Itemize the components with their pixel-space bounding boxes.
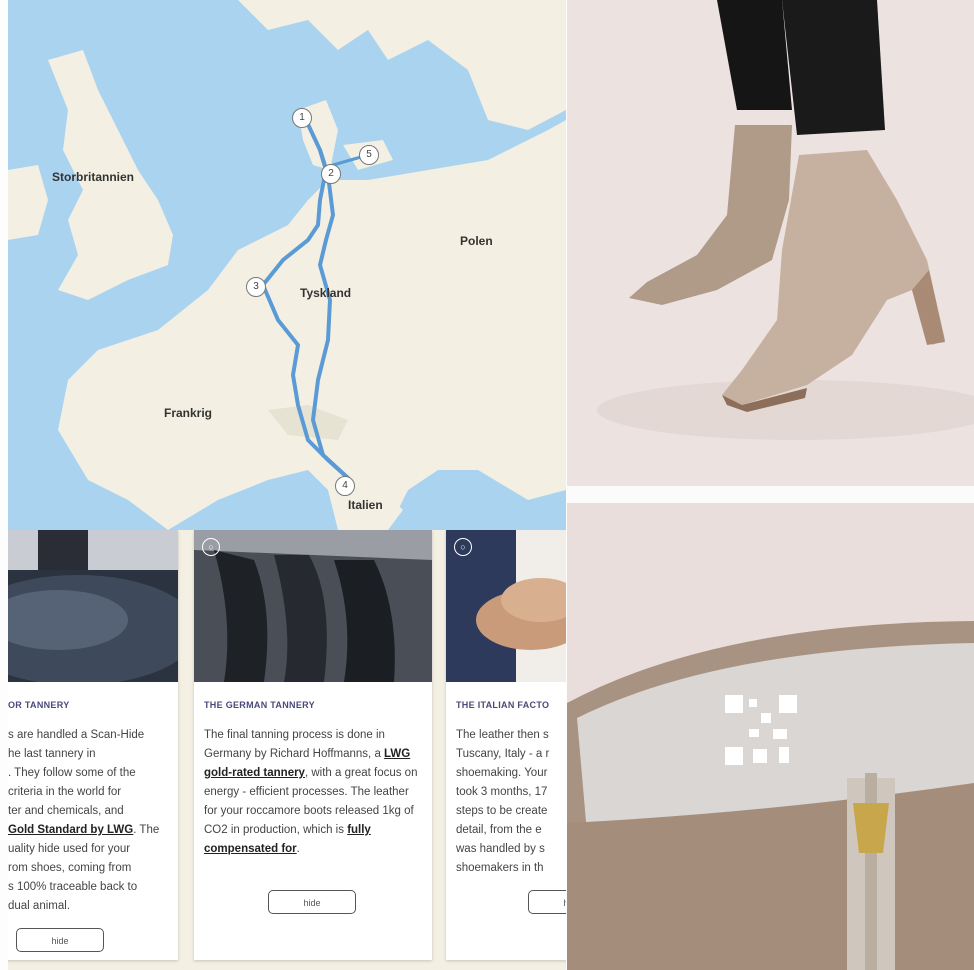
- card-line: ter and chemicals, and: [8, 805, 124, 817]
- card-scandinavian-tannery: OR TANNERY s are handled a Scan-Hide he …: [8, 530, 178, 960]
- card-line: shoemaking. Your: [456, 767, 548, 779]
- card-line: uality hide used for your: [8, 843, 131, 855]
- card-line: shoemakers in th: [456, 862, 544, 874]
- step-badge: ○: [202, 538, 220, 556]
- label-france: Frankrig: [164, 406, 213, 420]
- card-title: OR TANNERY: [8, 700, 70, 710]
- card-line: . The: [133, 824, 160, 836]
- photo-divider: [567, 486, 974, 503]
- card-body: s are handled a Scan-Hide he last tanner…: [8, 726, 178, 916]
- card-line: s 100% traceable back to: [8, 881, 138, 893]
- card-line: Tuscany, Italy - a r: [456, 748, 550, 760]
- card-text-part: The final tanning process is done in Ger…: [204, 729, 385, 760]
- story-cards: OR TANNERY s are handled a Scan-Hide he …: [8, 530, 566, 970]
- map-canvas[interactable]: [8, 0, 566, 530]
- label-poland: Polen: [460, 234, 493, 248]
- card-body: The final tanning process is done in Ger…: [204, 726, 419, 859]
- lwg-gold-link[interactable]: Gold Standard by LWG: [8, 824, 133, 836]
- map-pin-2[interactable]: 2: [321, 164, 341, 184]
- card-line: . They follow some of the: [8, 767, 136, 779]
- step-badge: ○: [454, 538, 472, 556]
- card-body: The leather then s Tuscany, Italy - a r …: [456, 726, 566, 878]
- hide-button[interactable]: hide: [16, 928, 104, 952]
- card-line: rom shoes, coming from: [8, 862, 132, 874]
- card-photo-hides: [8, 530, 178, 682]
- card-line: took 3 months, 17: [456, 786, 548, 798]
- map-pin-5[interactable]: 5: [359, 145, 379, 165]
- card-line: criteria in the world for: [8, 786, 122, 798]
- hide-button[interactable]: hide: [528, 890, 566, 914]
- card-photo-hands: ○: [446, 530, 566, 682]
- product-photo-boots-worn: [567, 0, 974, 486]
- card-italian-factory: ○ THE ITALIAN FACTO The leather then s T…: [446, 530, 566, 960]
- product-photo-boot-detail: [567, 503, 974, 970]
- card-line: The leather then s: [456, 729, 549, 741]
- map-pin-3[interactable]: 3: [246, 277, 266, 297]
- map-pin-4[interactable]: 4: [335, 476, 355, 496]
- hides-image: [8, 530, 178, 682]
- boot-detail-image: [567, 503, 974, 970]
- leather-image: [194, 530, 432, 682]
- label-germany: Tyskland: [300, 286, 352, 300]
- card-title: THE ITALIAN FACTO: [456, 700, 550, 710]
- card-line: s are handled a Scan-Hide: [8, 729, 145, 741]
- label-uk: Storbritannien: [52, 170, 135, 184]
- hide-button[interactable]: hide: [268, 890, 356, 914]
- card-line: detail, from the e: [456, 824, 542, 836]
- card-german-tannery: ○ THE GERMAN TANNERY The final tanning p…: [194, 530, 432, 960]
- boots-worn-image: [567, 0, 974, 486]
- card-line: he last tannery in: [8, 748, 96, 760]
- card-title: THE GERMAN TANNERY: [204, 700, 315, 710]
- card-text-part: .: [296, 843, 300, 855]
- card-line: steps to be create: [456, 805, 548, 817]
- label-italy: Italien: [348, 498, 383, 512]
- card-line: was handled by s: [456, 843, 545, 855]
- card-line: dual animal.: [8, 900, 71, 912]
- map-pin-1[interactable]: 1: [292, 108, 312, 128]
- card-photo-leather: ○: [194, 530, 432, 682]
